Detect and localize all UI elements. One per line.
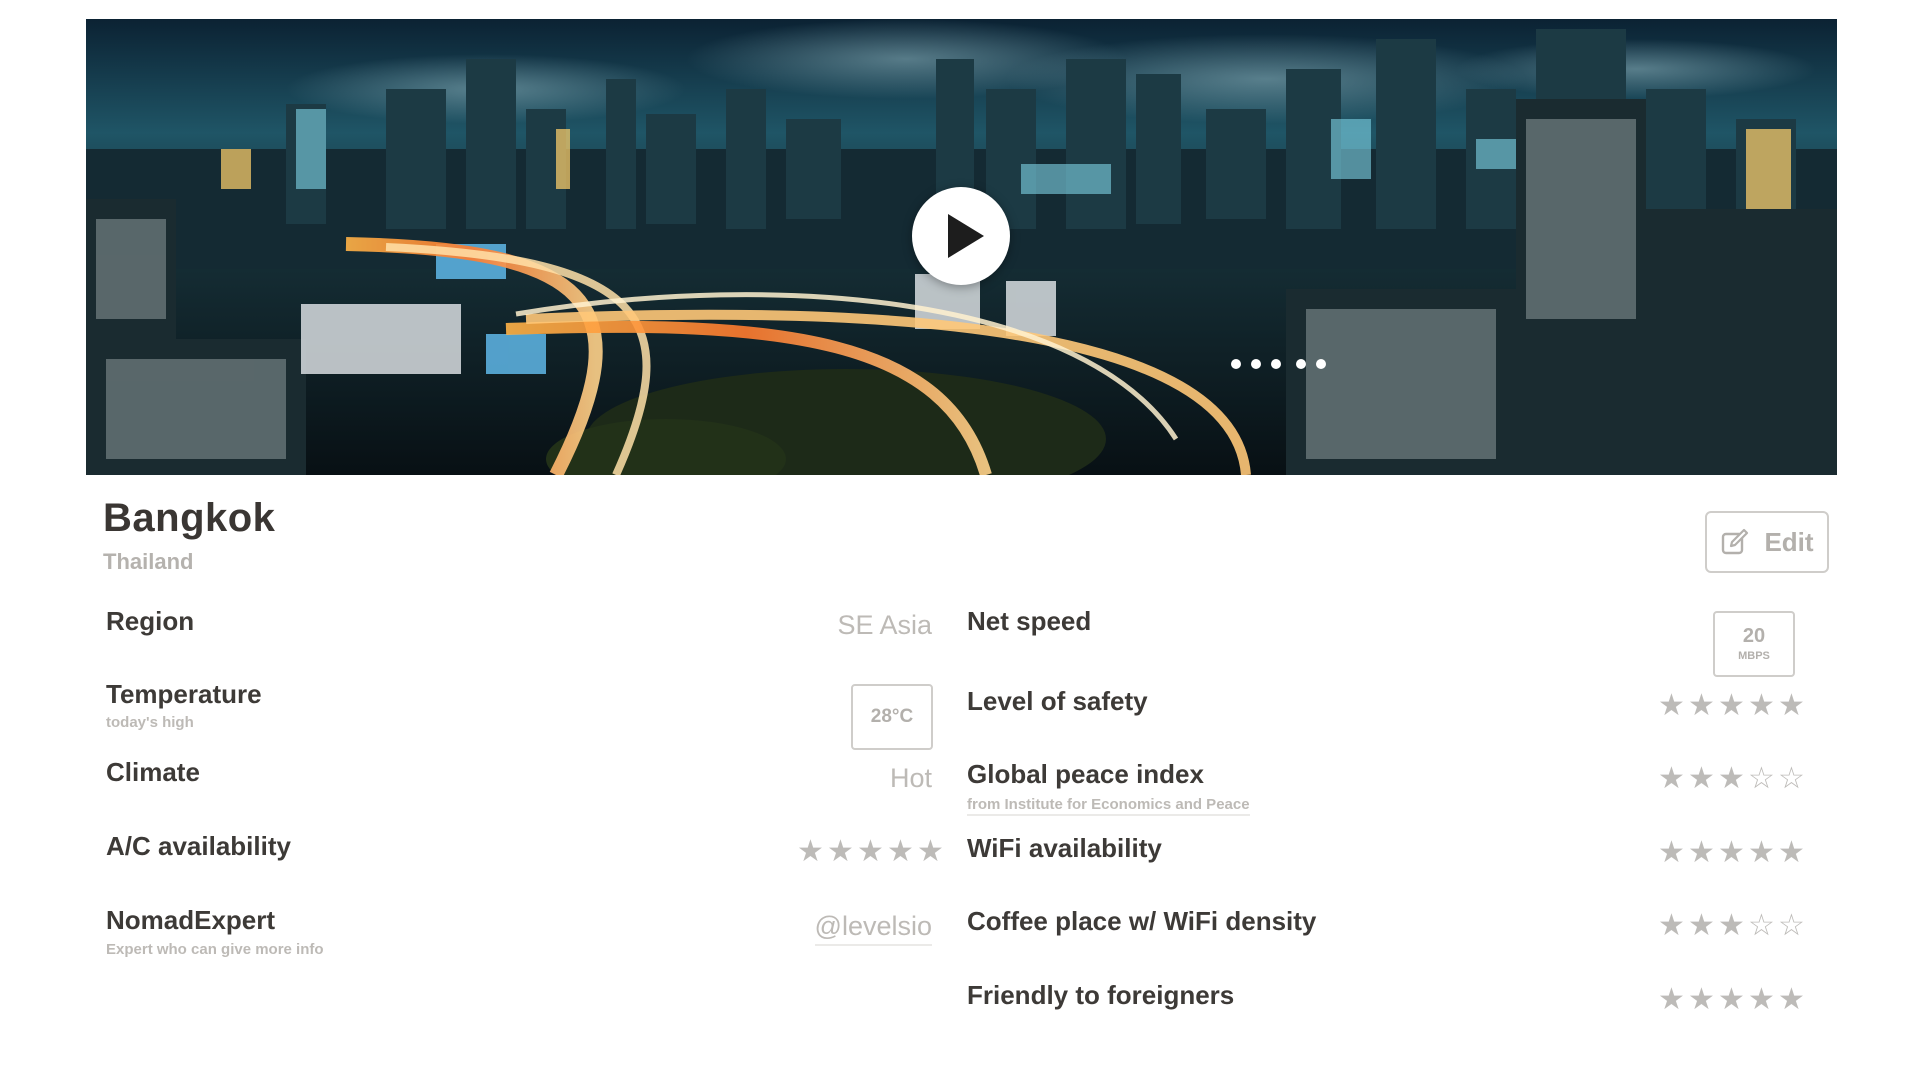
temperature-value: 28°C — [870, 706, 914, 727]
global-peace-source[interactable]: from Institute for Economics and Peace — [967, 796, 1250, 816]
global-peace-rating: ★ ★ ★ ☆ ☆ — [1658, 764, 1805, 794]
star-filled-icon: ★ — [1658, 908, 1685, 943]
safety-rating: ★ ★ ★ ★ ★ — [1658, 691, 1805, 721]
temperature-label: Temperature — [106, 679, 262, 709]
star-filled-icon: ★ — [1748, 982, 1775, 1017]
friendly-foreigners-rating: ★ ★ ★ ★ ★ — [1658, 985, 1805, 1015]
net-speed-value: 20 — [1742, 624, 1766, 647]
edit-button-label: Edit — [1764, 526, 1814, 557]
coffee-wifi-rating: ★ ★ ★ ☆ ☆ — [1658, 911, 1805, 941]
star-filled-icon: ★ — [1688, 688, 1715, 723]
star-filled-icon: ★ — [1718, 835, 1745, 870]
star-empty-icon: ☆ — [1778, 908, 1805, 943]
country-name: Thailand — [103, 549, 194, 574]
star-filled-icon: ★ — [827, 834, 854, 869]
nomad-expert-link[interactable]: @levelsio — [814, 911, 932, 946]
safety-label: Level of safety — [967, 686, 1148, 716]
climate-value: Hot — [889, 763, 932, 793]
star-filled-icon: ★ — [797, 834, 824, 869]
net-speed-badge: 20 MBPS — [1713, 611, 1795, 677]
star-filled-icon: ★ — [1658, 761, 1685, 796]
star-filled-icon: ★ — [1778, 835, 1805, 870]
star-filled-icon: ★ — [1778, 982, 1805, 1017]
star-filled-icon: ★ — [1688, 761, 1715, 796]
star-filled-icon: ★ — [1748, 688, 1775, 723]
net-speed-label: Net speed — [967, 606, 1092, 636]
star-filled-icon: ★ — [1688, 908, 1715, 943]
star-filled-icon: ★ — [1658, 982, 1685, 1017]
global-peace-label: Global peace index — [967, 759, 1204, 789]
star-filled-icon: ★ — [1718, 688, 1745, 723]
wifi-availability-rating: ★ ★ ★ ★ ★ — [1658, 838, 1805, 868]
star-filled-icon: ★ — [1688, 982, 1715, 1017]
net-speed-unit: MBPS — [1738, 649, 1770, 662]
ac-availability-label: A/C availability — [106, 831, 291, 861]
star-empty-icon: ☆ — [1748, 908, 1775, 943]
city-hero-image — [86, 19, 1837, 475]
region-value: SE Asia — [837, 610, 932, 640]
region-label: Region — [106, 606, 195, 636]
edit-button[interactable]: Edit — [1705, 511, 1829, 573]
star-filled-icon: ★ — [857, 834, 884, 869]
play-video-button[interactable] — [912, 187, 1010, 285]
star-filled-icon: ★ — [1688, 835, 1715, 870]
star-filled-icon: ★ — [1718, 761, 1745, 796]
climate-label: Climate — [106, 757, 200, 787]
star-filled-icon: ★ — [1658, 835, 1685, 870]
nomad-expert-sublabel: Expert who can give more info — [106, 941, 324, 958]
star-filled-icon: ★ — [1718, 982, 1745, 1017]
city-name: Bangkok — [103, 496, 276, 540]
star-empty-icon: ☆ — [1778, 761, 1805, 796]
star-filled-icon: ★ — [887, 834, 914, 869]
star-filled-icon: ★ — [1748, 835, 1775, 870]
star-empty-icon: ☆ — [1748, 761, 1775, 796]
temperature-badge: 28°C — [851, 684, 933, 750]
coffee-wifi-label: Coffee place w/ WiFi density — [967, 906, 1317, 936]
star-filled-icon: ★ — [1658, 688, 1685, 723]
star-filled-icon: ★ — [1778, 688, 1805, 723]
wifi-availability-label: WiFi availability — [967, 833, 1162, 863]
friendly-foreigners-label: Friendly to foreigners — [967, 980, 1235, 1010]
star-filled-icon: ★ — [917, 834, 944, 869]
edit-icon — [1722, 528, 1749, 555]
nomad-expert-label: NomadExpert — [106, 905, 276, 935]
ac-availability-rating: ★ ★ ★ ★ ★ — [797, 837, 944, 867]
temperature-sublabel: today's high — [106, 714, 194, 731]
star-filled-icon: ★ — [1718, 908, 1745, 943]
play-icon — [948, 214, 984, 258]
